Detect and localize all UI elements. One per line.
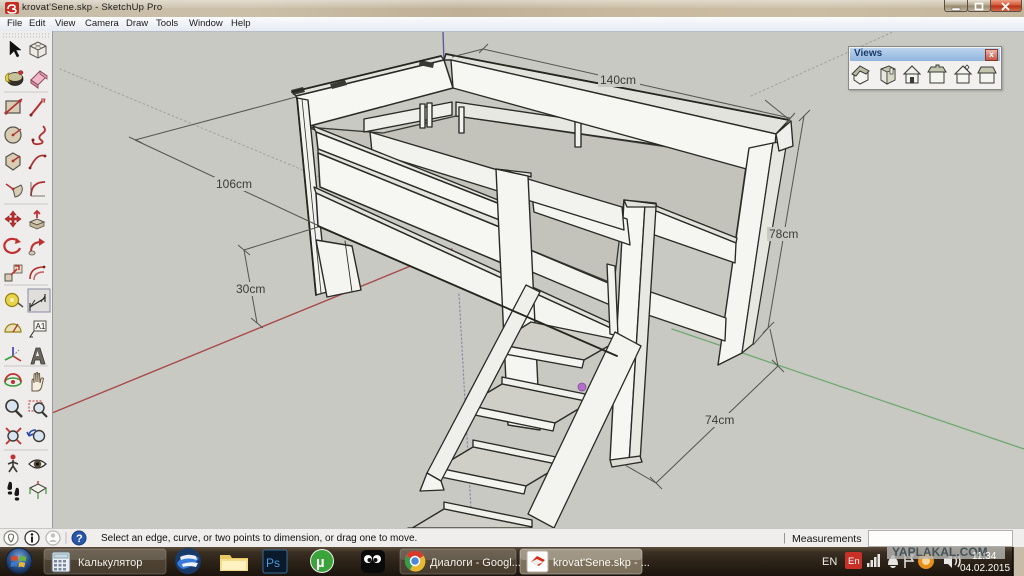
- svg-text:µ: µ: [316, 554, 325, 571]
- svg-text:11:34: 11:34: [972, 551, 997, 562]
- svg-text:106cm: 106cm: [216, 177, 252, 191]
- svg-text:EN: EN: [822, 556, 837, 568]
- svg-text:Диалоги - Googl...: Диалоги - Googl...: [430, 557, 521, 569]
- svg-text:En: En: [848, 556, 860, 567]
- svg-text:krovat'Sene.skp - ...: krovat'Sene.skp - ...: [553, 557, 650, 569]
- svg-text:140cm: 140cm: [600, 73, 636, 87]
- svg-text:A1: A1: [36, 322, 46, 331]
- svg-text:Калькулятор: Калькулятор: [78, 557, 142, 569]
- svg-text:30cm: 30cm: [236, 282, 265, 296]
- svg-text:74cm: 74cm: [705, 413, 734, 427]
- svg-text:04.02.2015: 04.02.2015: [960, 563, 1010, 574]
- svg-text:Ps: Ps: [266, 556, 280, 570]
- svg-text:?: ?: [76, 533, 83, 545]
- svg-text:78cm: 78cm: [769, 227, 798, 241]
